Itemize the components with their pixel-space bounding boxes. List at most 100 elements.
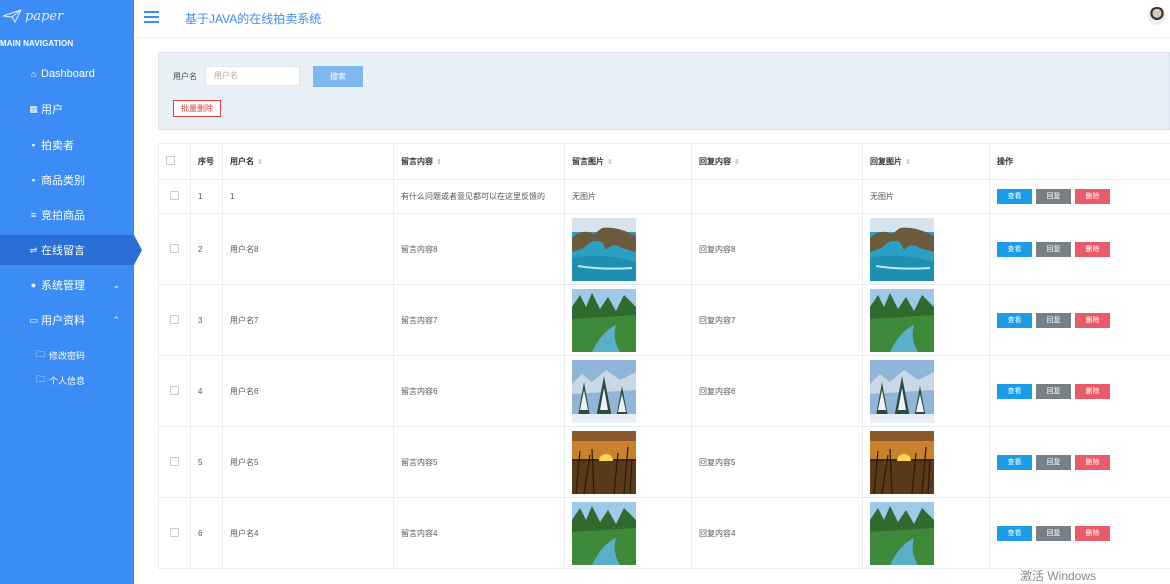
view-button[interactable]: 查看 [997,383,1032,399]
sidebar-item-users[interactable]: ▦ 用户 [0,94,134,124]
cell-reply: 回复内容5 [691,426,863,498]
menu-toggle-icon[interactable] [144,11,159,23]
sliders-icon: ⇌ [29,244,38,255]
row-checkbox[interactable] [158,355,191,427]
reply-button[interactable]: 回复 [1036,189,1071,204]
cell-message: 留言内容5 [393,426,565,498]
row-checkbox[interactable] [158,426,191,498]
cell-message-image: 无图片 [564,179,692,214]
header-index: 序号 [190,143,223,180]
cell-reply: 回复内容6 [691,355,863,427]
sidebar-item-messages[interactable]: ⇌ 在线留言 [0,235,142,265]
cell-reply-image[interactable] [862,213,990,285]
grid-icon: ▪ [31,140,36,150]
reply-button[interactable]: 回复 [1036,241,1071,257]
batch-delete-button[interactable]: 批量删除 [173,100,221,117]
delete-button[interactable]: 删除 [1075,525,1110,541]
cell-username: 用户名4 [222,497,394,569]
sidebar-subitem-label: 个人信息 [49,375,86,386]
cell-index: 5 [190,426,223,498]
search-button[interactable]: 搜索 [313,66,363,87]
cell-reply-image[interactable] [862,426,990,498]
delete-button[interactable]: 删除 [1075,454,1110,470]
view-button[interactable]: 查看 [997,525,1032,541]
windows-activation-watermark: 激活 Windows [1020,569,1097,583]
cell-index: 4 [190,355,223,427]
sidebar-item-label: 用户资料 [41,315,85,327]
reply-button[interactable]: 回复 [1036,383,1071,399]
messages-table: 序号 用户名 ⇕ 留言内容 ⇕ 留言图片 ⇕ 回复内容 ⇕ 回复图片 ⇕ 操作 1 1 有… [158,143,1170,569]
cell-message: 有什么问题或者意见都可以在这里反馈的 [393,179,565,214]
header-reply-image[interactable]: 回复图片 ⇕ [862,143,990,180]
sort-icon[interactable]: ⇕ [257,159,263,166]
paper-plane-icon [2,9,22,23]
cell-message-image[interactable] [564,426,692,498]
app-title: 基于JAVA的在线拍卖系统 [185,12,322,26]
sidebar-subitem-personal-info[interactable]: 🗀 个人信息 [36,372,85,388]
cell-reply-image[interactable] [862,497,990,569]
username-search-input[interactable]: 用户名 [205,66,300,86]
delete-button[interactable]: 删除 [1075,383,1110,399]
reply-button[interactable]: 回复 [1036,525,1071,541]
sidebar-item-auctioneers[interactable]: ▪ 拍卖者 [0,130,134,160]
home-icon: ⌂ [30,69,37,79]
reply-button[interactable]: 回复 [1036,312,1071,328]
sidebar-item-auction-items[interactable]: ≡ 竞拍商品 [0,200,134,230]
nav-heading: MAIN NAVIGATION [0,39,74,48]
view-button[interactable]: 查看 [997,454,1032,470]
cell-message-image[interactable] [564,355,692,427]
table-row: 1 1 有什么问题或者意见都可以在这里反馈的 无图片 无图片 查看 回复 删除 [158,179,1170,214]
logo[interactable]: paper [2,6,63,26]
cell-index: 1 [190,179,223,214]
row-checkbox[interactable] [158,179,191,214]
cell-message: 留言内容7 [393,284,565,356]
user-icon: ● [30,280,37,290]
sidebar-subitem-change-password[interactable]: 🗀 修改密码 [36,347,85,363]
row-checkbox[interactable] [158,497,191,569]
view-button[interactable]: 查看 [997,241,1032,257]
cell-message-image[interactable] [564,284,692,356]
header-message[interactable]: 留言内容 ⇕ [393,143,565,180]
cell-actions: 查看 回复 删除 [989,179,1170,214]
header-label: 用户名 [230,157,254,166]
sort-icon[interactable]: ⇕ [607,159,613,166]
row-checkbox[interactable] [158,284,191,356]
sidebar-item-profile[interactable]: ▭ 用户资料 ⌃ [0,305,134,335]
view-button[interactable]: 查看 [997,189,1032,204]
search-panel: 用户名 用户名 搜索 批量删除 [158,52,1170,130]
table-row: 6 用户名4 留言内容4 回复内容4 查看 回复 删除 [158,497,1170,569]
reply-button[interactable]: 回复 [1036,454,1071,470]
sort-icon[interactable]: ⇕ [905,159,911,166]
delete-button[interactable]: 删除 [1075,312,1110,328]
header-username[interactable]: 用户名 ⇕ [222,143,394,180]
table-row: 2 用户名8 留言内容8 回复内容8 查看 回复 删除 [158,213,1170,285]
header-message-image[interactable]: 留言图片 ⇕ [564,143,692,180]
cell-actions: 查看 回复 删除 [989,426,1170,498]
sidebar-item-label: 商品类别 [41,175,85,187]
cell-reply: 回复内容4 [691,497,863,569]
avatar[interactable] [1148,7,1166,25]
sidebar-item-label: Dashboard [41,68,95,80]
reply-image [870,289,934,352]
cell-message-image[interactable] [564,213,692,285]
cell-index: 3 [190,284,223,356]
header-reply[interactable]: 回复内容 ⇕ [691,143,863,180]
calendar-icon: ▭ [29,314,38,325]
delete-button[interactable]: 删除 [1075,241,1110,257]
cell-reply-image[interactable] [862,284,990,356]
sidebar-item-categories[interactable]: ▪ 商品类别 [0,165,134,195]
message-image [572,289,636,352]
select-all-checkbox[interactable] [158,143,191,180]
cell-message-image[interactable] [564,497,692,569]
sort-icon[interactable]: ⇕ [436,159,442,166]
sidebar-item-system[interactable]: ● 系统管理 ⌄ [0,270,134,300]
cell-username: 用户名6 [222,355,394,427]
sidebar-item-label: 用户 [41,104,63,116]
cell-reply-image[interactable] [862,355,990,427]
delete-button[interactable]: 删除 [1075,189,1110,204]
sort-icon[interactable]: ⇕ [734,159,740,166]
sidebar-item-dashboard[interactable]: ⌂ Dashboard [0,59,134,89]
view-button[interactable]: 查看 [997,312,1032,328]
row-checkbox[interactable] [158,213,191,285]
sidebar-item-label: 在线留言 [41,245,85,257]
